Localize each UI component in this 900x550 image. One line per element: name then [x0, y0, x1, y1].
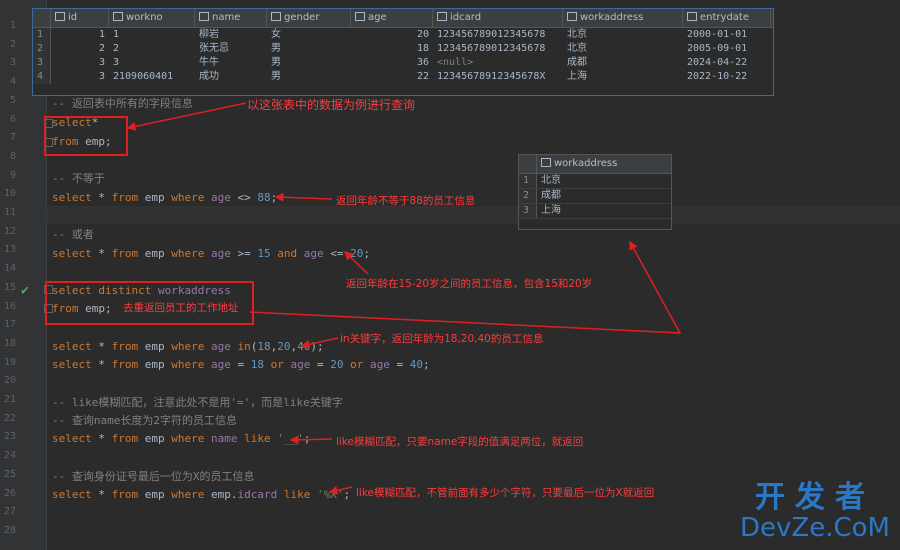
arrow-to-in-keyword [300, 337, 339, 349]
watermark-en: DevZe.CoM [740, 513, 890, 543]
arrow-to-not-equal [274, 192, 333, 202]
arrow-to-distinct-grid [249, 240, 682, 334]
watermark-cn: 开发者 [754, 480, 875, 515]
watermark-logo: 开发者 DevZe.CoM [740, 480, 890, 543]
annotation-arrows [126, 102, 682, 495]
arrow-to-like-two-chars [289, 435, 333, 445]
arrow-to-select-all [126, 102, 247, 131]
arrow-to-like-ends-with-x [328, 485, 353, 495]
arrow-to-between [343, 250, 369, 275]
